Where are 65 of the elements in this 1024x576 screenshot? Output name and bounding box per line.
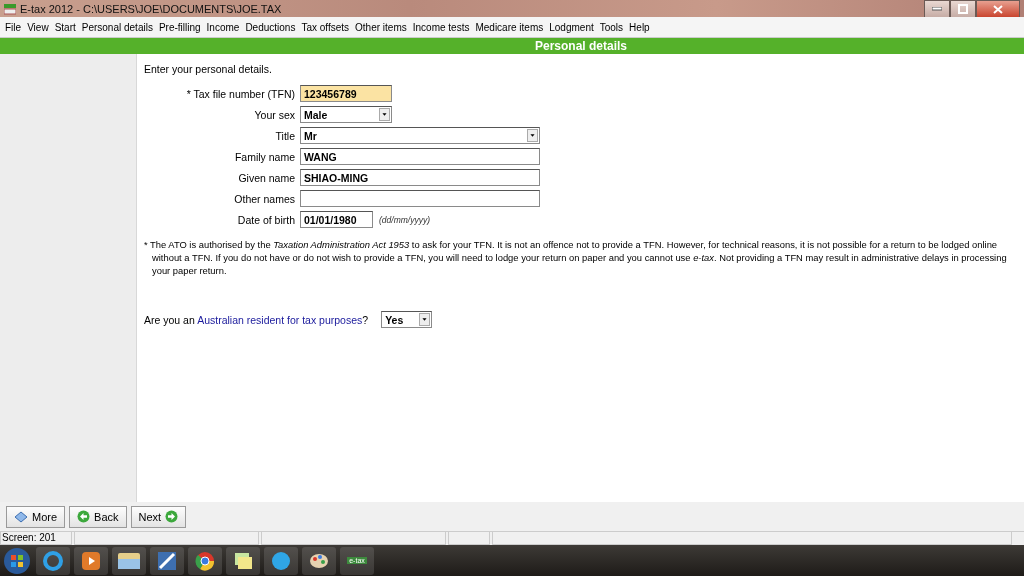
app-icon xyxy=(4,2,16,15)
ring-icon xyxy=(43,550,63,571)
more-button[interactable]: More xyxy=(6,505,66,528)
section-title: Personal details xyxy=(534,39,627,53)
taskbar-notes-button[interactable] xyxy=(226,546,260,575)
menu-item[interactable]: Personal details xyxy=(78,21,156,33)
right-arrow-icon xyxy=(165,510,179,523)
menu-item[interactable]: Deductions xyxy=(242,21,299,33)
taskbar-chat-button[interactable] xyxy=(264,546,298,575)
diamond-icon xyxy=(14,510,28,523)
tfn-footnote: * The ATO is authorised by the Taxation Administration Act 1953 to ask for your TFN. It is not an offence not to provide a TFN. However, for technical reasons, it is not possible for a return to be lodged online without a TFN. If you do not have or do not wish to provide a TFN, you will need to lodge your return on paper and you cannot use e-tax. Not providing a TFN may result in administrative delays in processing your paper return. xyxy=(144,238,1008,277)
close-button[interactable] xyxy=(976,0,1020,18)
question-text: Are you an Australian resident for tax purposes? xyxy=(144,313,369,326)
back-button[interactable]: Back xyxy=(69,505,127,528)
menu-item[interactable]: Tools xyxy=(596,21,627,33)
start-button[interactable] xyxy=(2,546,32,575)
field-label: Family name xyxy=(233,150,295,163)
taskbar-paint-button[interactable] xyxy=(302,546,336,575)
dropdown[interactable]: Mr xyxy=(300,127,540,144)
menu-item[interactable]: Medicare items xyxy=(472,21,547,33)
text-field[interactable]: 01/01/1980 xyxy=(300,211,373,228)
menu-item[interactable]: Other items xyxy=(352,21,410,33)
window-title: E-tax 2012 - C:\USERS\JOE\DOCUMENTS\JOE.TAX xyxy=(20,2,283,15)
taskbar-media-button[interactable] xyxy=(74,546,108,575)
text-field[interactable] xyxy=(300,190,540,207)
menu-item[interactable]: Help xyxy=(626,21,653,33)
menu-item[interactable]: Start xyxy=(51,21,79,33)
field-label: Given name xyxy=(237,171,295,184)
taskbar-browser-button[interactable] xyxy=(188,546,222,575)
field-label: Title xyxy=(274,129,295,142)
field-label: Other names xyxy=(233,192,295,205)
resident-link[interactable]: Australian resident for tax purposes xyxy=(197,313,363,326)
taskbar-browser-button[interactable] xyxy=(36,546,70,575)
restore-icon xyxy=(958,4,968,14)
notes-icon xyxy=(233,552,253,569)
play-icon xyxy=(82,551,100,570)
intro-text: Enter your personal details. xyxy=(144,63,273,75)
left-arrow-icon xyxy=(77,510,91,523)
text-field[interactable]: SHIAO-MING xyxy=(300,169,540,186)
folder-icon xyxy=(118,552,140,569)
minimize-button[interactable] xyxy=(924,0,950,18)
menu-item[interactable]: Income tests xyxy=(409,21,473,33)
menu-item[interactable]: Lodgment xyxy=(546,21,597,33)
dropdown[interactable]: Male xyxy=(300,106,392,123)
field-label: Date of birth xyxy=(236,213,295,226)
menu-item[interactable]: File xyxy=(2,21,25,33)
menu-item[interactable]: Pre-filling xyxy=(155,21,204,33)
palette-icon xyxy=(309,551,329,570)
text-field[interactable]: WANG xyxy=(300,148,540,165)
text-field[interactable]: 123456789 xyxy=(300,85,392,102)
close-icon xyxy=(993,4,1003,14)
next-button[interactable]: Next xyxy=(130,505,187,528)
field-label: Your sex xyxy=(253,108,295,121)
taskbar-app-button[interactable] xyxy=(150,546,184,575)
date-format-hint: (dd/mm/yyyy) xyxy=(379,214,430,225)
minimize-icon xyxy=(932,7,942,11)
dropdown[interactable]: Yes xyxy=(381,311,433,328)
app-icon xyxy=(158,551,176,570)
field-label: * Tax file number (TFN) xyxy=(185,87,295,100)
restore-button[interactable] xyxy=(950,0,976,18)
browser-icon xyxy=(195,550,215,571)
menu-item[interactable]: Income xyxy=(203,21,243,33)
menu-item[interactable]: Tax offsets xyxy=(298,21,353,33)
menu-item[interactable]: View xyxy=(24,21,52,33)
taskbar-folder-button[interactable] xyxy=(112,546,146,575)
